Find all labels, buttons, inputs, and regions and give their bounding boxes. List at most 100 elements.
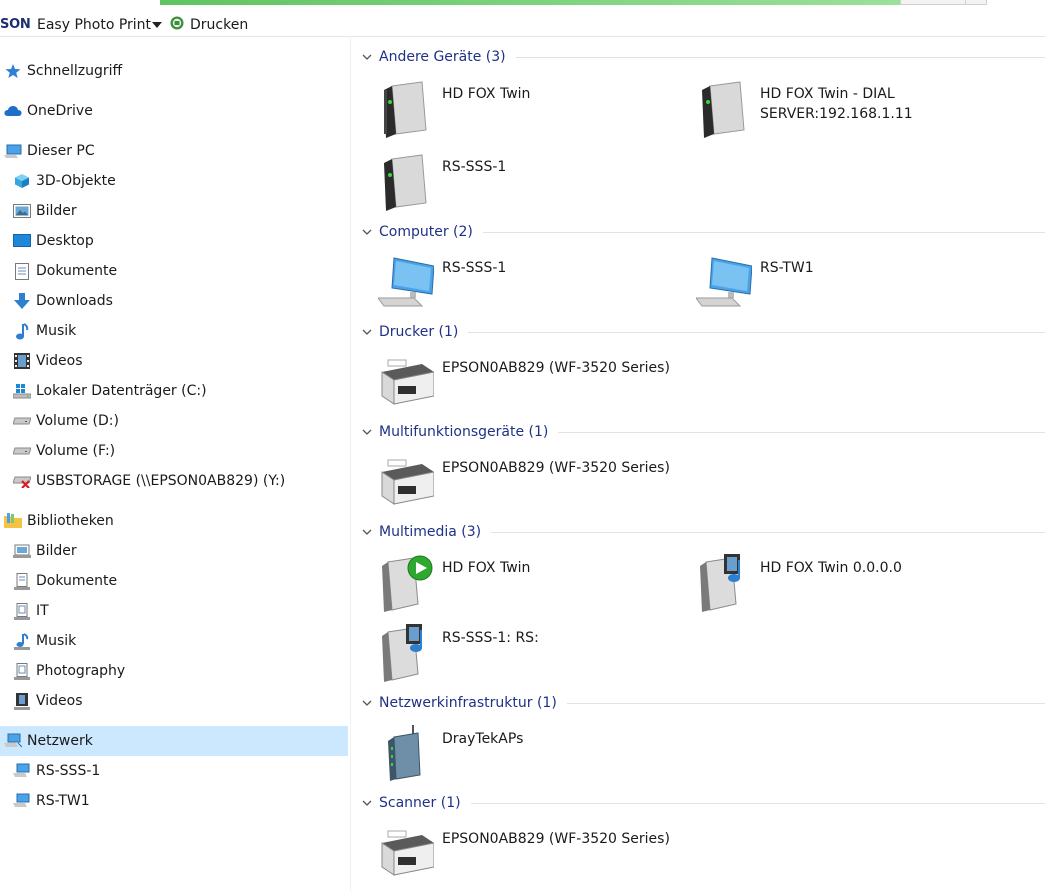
device-name: HD FOX Twin [442, 86, 531, 102]
device-name: HD FOX Twin [442, 560, 531, 576]
group-header-printers[interactable]: Drucker (1) [352, 321, 1045, 343]
sidebar-item-label: Dieser PC [27, 143, 95, 159]
sidebar-item-network[interactable]: Netzwerk [0, 726, 348, 756]
chevron-down-icon[interactable] [362, 427, 372, 437]
window-control[interactable] [965, 0, 987, 5]
sidebar-item-libraries[interactable]: Bibliotheken [0, 506, 348, 536]
network-content-pane: Andere Geräte (3) HD FOX Twin HD FOX Twi… [352, 36, 1045, 891]
device-name: RS-SSS-1 [442, 260, 507, 276]
sidebar-item-rs-sss-1[interactable]: RS-SSS-1 [0, 756, 348, 786]
sidebar-item-label: Photography [36, 663, 126, 679]
sidebar-item-label: USBSTORAGE (\\EPSON0AB829) (Y:) [36, 473, 286, 489]
device-tile[interactable]: EPSON0AB829 (WF-3520 Series) [352, 354, 670, 424]
sidebar-item-pictures[interactable]: Bilder [0, 196, 348, 226]
sidebar-item-library-music[interactable]: Musik [0, 626, 348, 656]
group-header-computer[interactable]: Computer (2) [352, 221, 1045, 243]
sidebar-item-library-pictures[interactable]: Bilder [0, 536, 348, 566]
media-server-icon [382, 624, 422, 682]
easy-photo-print-button[interactable]: Easy Photo Print [37, 17, 151, 33]
sidebar-item-videos[interactable]: Videos [0, 346, 348, 376]
sidebar-item-label: Bilder [36, 543, 77, 559]
pane-divider[interactable] [350, 36, 351, 891]
media-server-icon [700, 554, 740, 612]
cube-icon [13, 172, 31, 190]
cloud-icon [4, 102, 22, 120]
group-header-scanner[interactable]: Scanner (1) [352, 792, 1045, 814]
sidebar-item-documents[interactable]: Dokumente [0, 256, 348, 286]
device-tile[interactable]: HD FOX Twin [352, 554, 662, 624]
group-title: Computer (2) [379, 224, 473, 240]
group-header-multimedia[interactable]: Multimedia (3) [352, 521, 1045, 543]
group-divider [566, 702, 1045, 704]
device-name: HD FOX Twin 0.0.0.0 [760, 560, 902, 576]
group-title: Multifunktionsgeräte (1) [379, 424, 549, 440]
chevron-down-icon[interactable] [362, 527, 372, 537]
chevron-down-icon[interactable] [362, 52, 372, 62]
print-icon[interactable] [170, 16, 184, 30]
sidebar-item-usbstorage-y[interactable]: USBSTORAGE (\\EPSON0AB829) (Y:) [0, 466, 348, 496]
sidebar-item-downloads[interactable]: Downloads [0, 286, 348, 316]
device-tile[interactable]: RS-SSS-1 [352, 153, 662, 223]
sidebar-item-library-photography[interactable]: Photography [0, 656, 348, 686]
window-control[interactable] [900, 0, 966, 5]
sidebar-item-volume-d[interactable]: Volume (D:) [0, 406, 348, 436]
sidebar-item-this-pc[interactable]: Dieser PC [0, 136, 348, 166]
group-title: Andere Geräte (3) [379, 49, 506, 65]
toolbar: SON Easy Photo Print Drucken [0, 0, 1045, 37]
group-divider [515, 56, 1045, 58]
sidebar-item-library-documents[interactable]: Dokumente [0, 566, 348, 596]
sidebar-item-label: Dokumente [36, 573, 118, 589]
group-header-network-infrastructure[interactable]: Netzwerkinfrastruktur (1) [352, 692, 1045, 714]
document-icon [13, 572, 31, 590]
sidebar-item-label: IT [36, 603, 49, 619]
device-name: EPSON0AB829 (WF-3520 Series) [442, 360, 670, 376]
sidebar-item-3d-objects[interactable]: 3D-Objekte [0, 166, 348, 196]
group-header-other-devices[interactable]: Andere Geräte (3) [352, 46, 1045, 68]
group-divider [558, 431, 1045, 433]
device-tile[interactable]: HD FOX Twin - DIAL SERVER:192.168.1.11 [670, 80, 980, 150]
chevron-down-icon[interactable] [362, 798, 372, 808]
device-tile[interactable]: DrayTekAPs [352, 725, 662, 795]
library-folder-icon [4, 512, 22, 530]
sidebar-item-label: Musik [36, 633, 77, 649]
chevron-down-icon[interactable] [362, 227, 372, 237]
computer-icon [13, 762, 31, 780]
sidebar-item-local-disk-c[interactable]: Lokaler Datenträger (C:) [0, 376, 348, 406]
group-title: Scanner (1) [379, 795, 461, 811]
chevron-down-icon[interactable] [362, 698, 372, 708]
desktop-icon [13, 232, 31, 250]
sidebar-item-desktop[interactable]: Desktop [0, 226, 348, 256]
sidebar-item-label: Videos [36, 693, 83, 709]
dropdown-arrow-icon[interactable] [152, 22, 162, 28]
group-divider [470, 802, 1045, 804]
device-tile[interactable]: HD FOX Twin 0.0.0.0 [670, 554, 980, 624]
document-icon [13, 262, 31, 280]
print-button[interactable]: Drucken [190, 17, 248, 33]
sidebar-item-rs-tw1[interactable]: RS-TW1 [0, 786, 348, 816]
group-header-multifunction[interactable]: Multifunktionsgeräte (1) [352, 421, 1045, 443]
sidebar-item-quick-access[interactable]: Schnellzugriff [0, 56, 348, 86]
brand-label: SON [0, 17, 31, 32]
music-note-icon [13, 632, 31, 650]
sidebar-item-onedrive[interactable]: OneDrive [0, 96, 348, 126]
film-icon [13, 352, 31, 370]
film-icon [13, 692, 31, 710]
sidebar-item-label: Desktop [36, 233, 94, 249]
progress-strip [160, 0, 900, 5]
disconnected-drive-icon [13, 472, 31, 490]
device-tile[interactable]: HD FOX Twin [352, 80, 662, 150]
device-tile[interactable]: RS-SSS-1 [352, 254, 662, 324]
sidebar-item-music[interactable]: Musik [0, 316, 348, 346]
music-note-icon [13, 322, 31, 340]
sidebar-item-library-it[interactable]: IT [0, 596, 348, 626]
device-tile[interactable]: EPSON0AB829 (WF-3520 Series) [352, 454, 670, 524]
router-icon [388, 725, 421, 781]
sidebar-item-library-videos[interactable]: Videos [0, 686, 348, 716]
device-tile[interactable]: RS-TW1 [670, 254, 980, 324]
sidebar-item-label: Downloads [36, 293, 113, 309]
chevron-down-icon[interactable] [362, 327, 372, 337]
sidebar-item-volume-f[interactable]: Volume (F:) [0, 436, 348, 466]
device-tile[interactable]: EPSON0AB829 (WF-3520 Series) [352, 825, 670, 895]
printer-icon [381, 359, 434, 405]
device-tile[interactable]: RS-SSS-1: RS: [352, 624, 662, 694]
